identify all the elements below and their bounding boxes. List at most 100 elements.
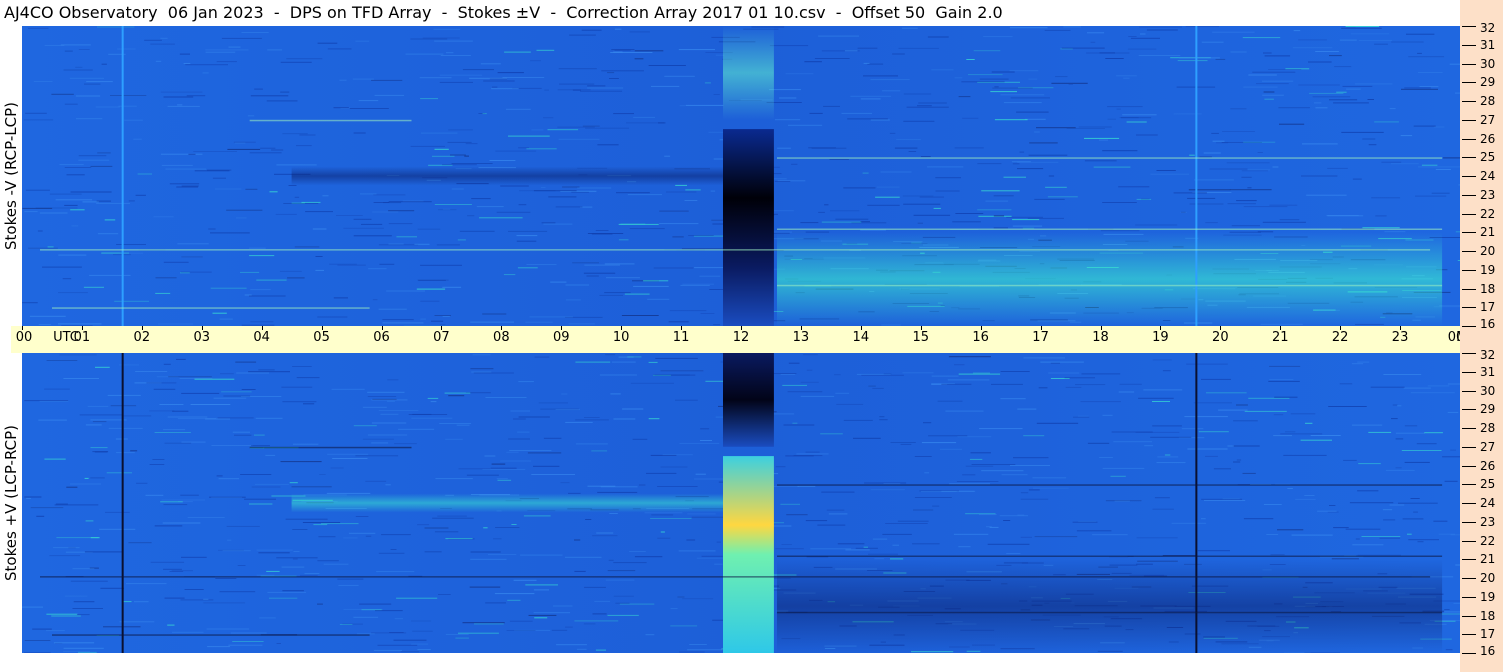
noise-streak bbox=[618, 223, 659, 225]
noise-streak bbox=[1102, 202, 1137, 203]
noise-streak bbox=[434, 40, 473, 42]
noise-streak bbox=[280, 61, 312, 63]
noise-streak bbox=[249, 503, 273, 505]
noise-streak bbox=[1012, 163, 1020, 165]
noise-streak bbox=[315, 256, 323, 257]
freq-tick-label: 19 bbox=[1480, 263, 1496, 277]
noise-streak bbox=[374, 94, 405, 96]
interference-line bbox=[40, 249, 1431, 251]
noise-streak bbox=[1121, 117, 1152, 119]
noise-streak bbox=[28, 247, 58, 249]
noise-streak bbox=[1233, 461, 1241, 463]
noise-streak bbox=[906, 106, 949, 108]
noise-streak bbox=[302, 522, 341, 523]
noise-streak bbox=[25, 112, 47, 114]
time-tick-label: 02 bbox=[133, 330, 151, 345]
noise-streak bbox=[59, 164, 84, 166]
noise-streak bbox=[648, 65, 686, 66]
interference-line bbox=[249, 446, 412, 449]
noise-streak bbox=[1339, 39, 1357, 41]
noise-streak bbox=[651, 514, 674, 516]
noise-streak bbox=[1391, 163, 1419, 165]
noise-streak bbox=[137, 173, 152, 175]
noise-streak bbox=[70, 580, 108, 582]
noise-streak bbox=[670, 625, 698, 627]
noise-streak bbox=[595, 230, 609, 231]
noise-streak bbox=[1415, 195, 1447, 197]
noise-streak bbox=[1126, 121, 1147, 123]
noise-streak bbox=[476, 206, 504, 208]
noise-streak bbox=[688, 235, 714, 236]
noise-streak bbox=[1383, 374, 1422, 375]
noise-streak bbox=[439, 423, 472, 424]
noise-streak bbox=[218, 478, 240, 480]
noise-streak bbox=[650, 518, 692, 519]
noise-streak bbox=[1272, 166, 1279, 168]
noise-streak bbox=[500, 460, 532, 462]
noise-streak bbox=[551, 629, 568, 631]
noise-streak bbox=[1389, 504, 1405, 506]
noise-streak bbox=[353, 425, 377, 427]
noise-streak bbox=[135, 371, 168, 372]
noise-streak bbox=[1241, 176, 1252, 178]
noise-streak bbox=[977, 163, 1002, 165]
freq-tick-label: 21 bbox=[1480, 225, 1496, 239]
noise-streak bbox=[489, 160, 516, 161]
noise-streak bbox=[439, 81, 473, 83]
noise-streak bbox=[1270, 554, 1285, 556]
noise-streak bbox=[1102, 414, 1113, 416]
noise-streak bbox=[292, 529, 308, 530]
noise-streak bbox=[241, 32, 269, 33]
noise-streak bbox=[634, 50, 664, 52]
noise-streak bbox=[134, 601, 149, 603]
noise-streak bbox=[645, 634, 655, 636]
noise-streak bbox=[64, 204, 78, 206]
noise-streak bbox=[633, 116, 655, 118]
noise-streak bbox=[912, 543, 940, 545]
noise-streak bbox=[655, 357, 698, 359]
noise-streak bbox=[55, 199, 93, 201]
noise-streak bbox=[294, 196, 300, 198]
noise-streak bbox=[269, 597, 298, 599]
noise-streak bbox=[276, 164, 317, 166]
noise-streak bbox=[979, 514, 997, 516]
noise-streak bbox=[227, 539, 232, 541]
noise-streak bbox=[1230, 108, 1247, 110]
noise-streak bbox=[1352, 544, 1384, 546]
noise-streak bbox=[433, 28, 461, 30]
noise-streak bbox=[685, 189, 701, 191]
noise-streak bbox=[1327, 167, 1348, 169]
noise-streak bbox=[686, 539, 696, 541]
noise-streak bbox=[24, 640, 51, 641]
noise-streak bbox=[713, 94, 720, 95]
noise-streak bbox=[505, 108, 531, 110]
noise-streak bbox=[1410, 498, 1420, 499]
noise-streak bbox=[610, 393, 621, 395]
noise-streak bbox=[502, 77, 545, 78]
noise-streak bbox=[448, 129, 473, 131]
noise-streak bbox=[276, 643, 281, 644]
noise-streak bbox=[494, 593, 535, 595]
noise-streak bbox=[217, 417, 254, 419]
vertical-line-mark bbox=[1195, 26, 1198, 326]
noise-streak bbox=[1023, 357, 1065, 359]
noise-streak bbox=[230, 632, 267, 634]
noise-streak bbox=[678, 49, 715, 51]
noise-streak bbox=[1252, 71, 1296, 73]
noise-streak bbox=[466, 474, 499, 476]
noise-streak bbox=[160, 153, 203, 155]
noise-streak bbox=[800, 381, 819, 383]
spectral-feature bbox=[291, 493, 723, 513]
freq-tick-label: 32 bbox=[1480, 21, 1496, 35]
noise-streak bbox=[626, 122, 666, 124]
noise-streak bbox=[903, 203, 941, 205]
noise-streak bbox=[251, 445, 270, 447]
noise-streak bbox=[1392, 404, 1398, 406]
freq-tick-mark bbox=[1462, 484, 1476, 485]
noise-streak bbox=[420, 98, 438, 100]
noise-streak bbox=[890, 558, 904, 560]
noise-streak bbox=[38, 419, 67, 421]
noise-streak bbox=[587, 87, 624, 89]
noise-streak bbox=[928, 435, 968, 437]
noise-streak bbox=[1287, 488, 1293, 489]
